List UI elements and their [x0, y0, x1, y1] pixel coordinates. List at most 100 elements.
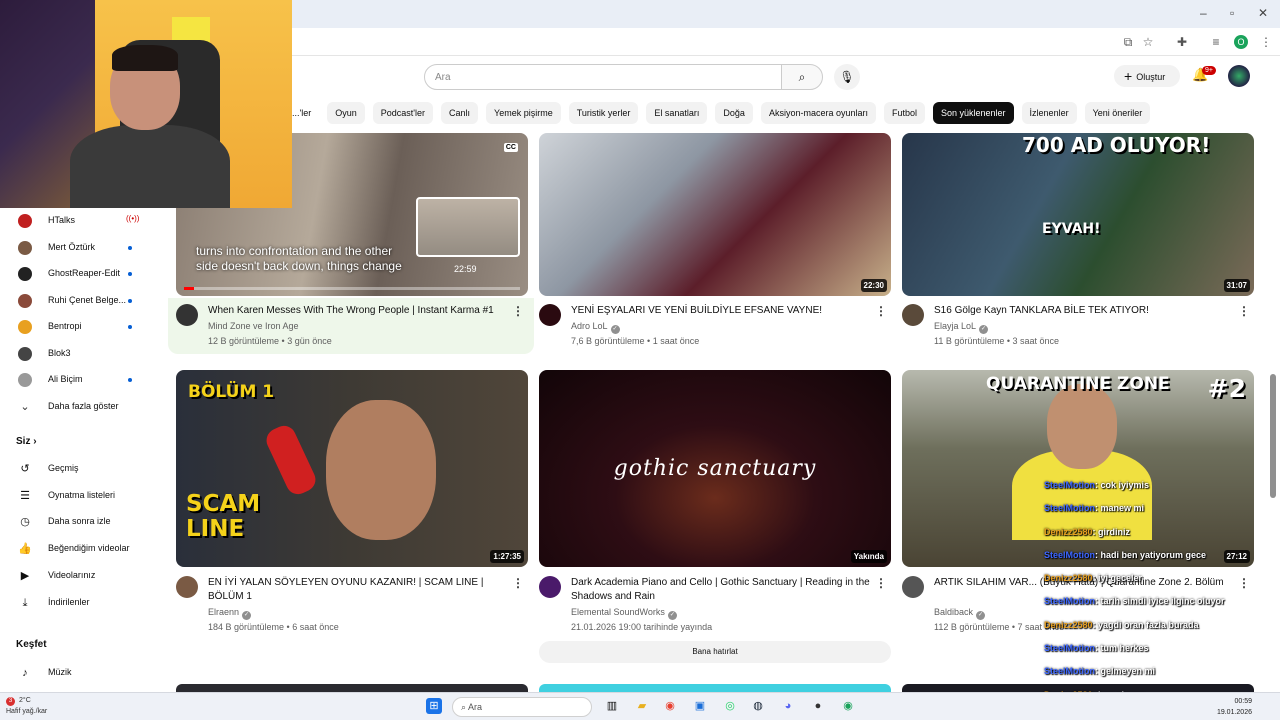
- chat-message: SteelMotion: gelmeyen mi: [1044, 660, 1280, 683]
- video-stats: 12 B görüntüleme • 3 gün önce: [208, 336, 332, 346]
- browser-menu-icon[interactable]: ⋮: [1258, 34, 1274, 50]
- more-options-icon[interactable]: ⋮: [875, 304, 887, 318]
- whatsapp-icon[interactable]: ◎: [722, 698, 738, 714]
- maximize-icon[interactable]: ▫: [1230, 6, 1234, 20]
- more-options-icon[interactable]: ⋮: [875, 576, 887, 590]
- video-title[interactable]: Dark Academia Piano and Cello | Gothic S…: [571, 576, 871, 604]
- remind-me-button[interactable]: Bana hatırlat: [539, 641, 891, 663]
- category-chip[interactable]: Canlı: [441, 102, 479, 124]
- sidebar-item[interactable]: ☰ Oynatma listeleri: [0, 483, 160, 509]
- preview-progress-bar[interactable]: [184, 287, 520, 290]
- sidebar-subscription[interactable]: HTalks ((•)): [0, 208, 160, 234]
- category-chip[interactable]: Yeni öneriler: [1084, 102, 1151, 124]
- chat-username: Denizz2580: [1044, 619, 1093, 630]
- sidebar-subscription[interactable]: ⌄ Daha fazla göster: [0, 394, 160, 420]
- windows-start-icon[interactable]: ⊞: [426, 698, 442, 714]
- sidebar-subscription[interactable]: Ruhi Çenet Belge...: [0, 288, 160, 314]
- search-button[interactable]: ⌕: [781, 64, 823, 90]
- close-icon[interactable]: ✕: [1258, 6, 1268, 20]
- channel-avatar[interactable]: [176, 304, 198, 326]
- video-thumbnail[interactable]: 700 AD OLUYOR! EYVAH! 31:07: [902, 133, 1254, 296]
- channel-name-text: Elraenn: [208, 607, 240, 617]
- media-controls-icon[interactable]: ≡: [1208, 34, 1224, 50]
- channel-name[interactable]: Elemental SoundWorks ✓: [571, 607, 677, 620]
- channel-avatar[interactable]: [539, 304, 561, 326]
- bookmark-star-icon[interactable]: ☆: [1140, 34, 1156, 50]
- video-title[interactable]: EN İYİ YALAN SÖYLEYEN OYUNU KAZANIR! | S…: [208, 576, 508, 604]
- sidebar-item[interactable]: ◷ Daha sonra izle: [0, 509, 160, 535]
- channel-avatar[interactable]: [902, 576, 924, 598]
- sidebar-subscription[interactable]: Mert Öztürk: [0, 235, 160, 261]
- channel-name[interactable]: Baldiback ✓: [934, 607, 986, 620]
- user-avatar[interactable]: [1228, 65, 1250, 87]
- channel-avatar[interactable]: [176, 576, 198, 598]
- category-chip[interactable]: Yemek pişirme: [486, 102, 561, 124]
- new-content-dot: [128, 378, 132, 382]
- closed-captions-icon: CC: [503, 143, 518, 152]
- more-options-icon[interactable]: ⋮: [512, 304, 524, 318]
- install-app-icon[interactable]: ⧉: [1120, 34, 1136, 50]
- extensions-icon[interactable]: ✚: [1174, 34, 1190, 50]
- sidebar-item[interactable]: ↺ Geçmiş: [0, 456, 160, 482]
- channel-name[interactable]: Elayja LoL ✓: [934, 321, 989, 334]
- profile-avatar[interactable]: O: [1234, 35, 1248, 49]
- minimize-icon[interactable]: –: [1200, 6, 1207, 20]
- video-thumbnail[interactable]: gothic sanctuary Yakında: [539, 370, 891, 567]
- category-chip[interactable]: Doğa: [715, 102, 753, 124]
- chrome-profile-icon[interactable]: ◉: [840, 698, 856, 714]
- sidebar-subscription[interactable]: Ali Biçim: [0, 367, 160, 393]
- video-thumbnail[interactable]: BÖLÜM 1 SCAM LINE 1:27:35: [176, 370, 528, 567]
- discord-icon[interactable]: ◕: [780, 698, 796, 714]
- category-chips: ...'ler Oyun Podcast'ler Canlı Yemek pişirme…: [292, 102, 1151, 124]
- sidebar-item[interactable]: 👍 Beğendiğim videolar: [0, 536, 160, 562]
- more-options-icon[interactable]: ⋮: [512, 576, 524, 590]
- sidebar-you-heading[interactable]: Siz ›: [16, 436, 37, 447]
- category-chip[interactable]: ...'ler: [292, 102, 319, 124]
- downloads-icon: ⤓: [22, 596, 28, 609]
- video-stats: 184 B görüntüleme • 6 saat önce: [208, 622, 339, 632]
- category-chip[interactable]: Futbol: [883, 102, 925, 124]
- temperature: 2°C: [19, 697, 31, 704]
- search-input[interactable]: Ara: [424, 64, 782, 90]
- more-options-icon[interactable]: ⋮: [1238, 304, 1250, 318]
- system-clock[interactable]: 00:59 19.01.2026: [1217, 696, 1252, 718]
- task-view-icon[interactable]: ▥: [604, 698, 620, 714]
- channel-avatar[interactable]: [902, 304, 924, 326]
- sidebar-item[interactable]: ▶ Videolarınız: [0, 563, 160, 589]
- category-chip[interactable]: El sanatları: [646, 102, 708, 124]
- category-chip[interactable]: Podcast'ler: [372, 102, 433, 124]
- category-chip[interactable]: Oyun: [327, 102, 365, 124]
- preview-duration: 22:59: [454, 264, 477, 274]
- voice-search-button[interactable]: 🎙: [834, 64, 860, 90]
- channel-name[interactable]: Adro LoL ✓: [571, 321, 620, 334]
- video-title[interactable]: When Karen Messes With The Wrong People …: [208, 304, 508, 318]
- video-title[interactable]: S16 Gölge Kayn TANKLARA BİLE TEK ATIYOR!: [934, 304, 1234, 318]
- category-chip[interactable]: Aksiyon-macera oyunları: [760, 102, 876, 124]
- sidebar-item[interactable]: ⤓ İndirilenler: [0, 590, 160, 616]
- channel-avatar[interactable]: [539, 576, 561, 598]
- chevron-down-icon: ⌄: [20, 400, 30, 413]
- video-title[interactable]: YENİ EŞYALARI VE YENİ BUİLDİYLE EFSANE V…: [571, 304, 871, 318]
- steam-icon[interactable]: ◍: [750, 698, 766, 714]
- next-row-thumbnail: [539, 684, 891, 692]
- obs-icon[interactable]: ●: [810, 698, 826, 714]
- video-thumbnail[interactable]: 22:30: [539, 133, 891, 296]
- channel-name[interactable]: Mind Zone ve Iron Age: [208, 321, 299, 331]
- channel-name[interactable]: Elraenn ✓: [208, 607, 252, 620]
- store-icon[interactable]: ▣: [692, 698, 708, 714]
- sidebar-subscription[interactable]: Bentropi: [0, 314, 160, 340]
- watch-later-icon: ◷: [20, 516, 30, 529]
- search-icon: ⌕: [798, 70, 806, 84]
- sidebar-subscription[interactable]: GhostReaper-Edit: [0, 261, 160, 287]
- taskbar-search[interactable]: ⌕ Ara: [452, 697, 592, 717]
- sidebar-subscription[interactable]: Blok3: [0, 341, 160, 367]
- sidebar-item[interactable]: ♪ Müzik: [0, 660, 160, 686]
- category-chip[interactable]: Turistik yerler: [568, 102, 639, 124]
- category-chip[interactable]: İzlenenler: [1021, 102, 1077, 124]
- create-button[interactable]: + Oluştur: [1114, 65, 1180, 87]
- file-explorer-icon[interactable]: ▰: [634, 698, 650, 714]
- chrome-icon[interactable]: ◉: [662, 698, 678, 714]
- category-chip[interactable]: Son yüklenenler: [933, 102, 1014, 124]
- weather-widget[interactable]: 3 2°C Hafif yağ./kar: [6, 695, 47, 717]
- duration-badge: 31:07: [1223, 279, 1250, 292]
